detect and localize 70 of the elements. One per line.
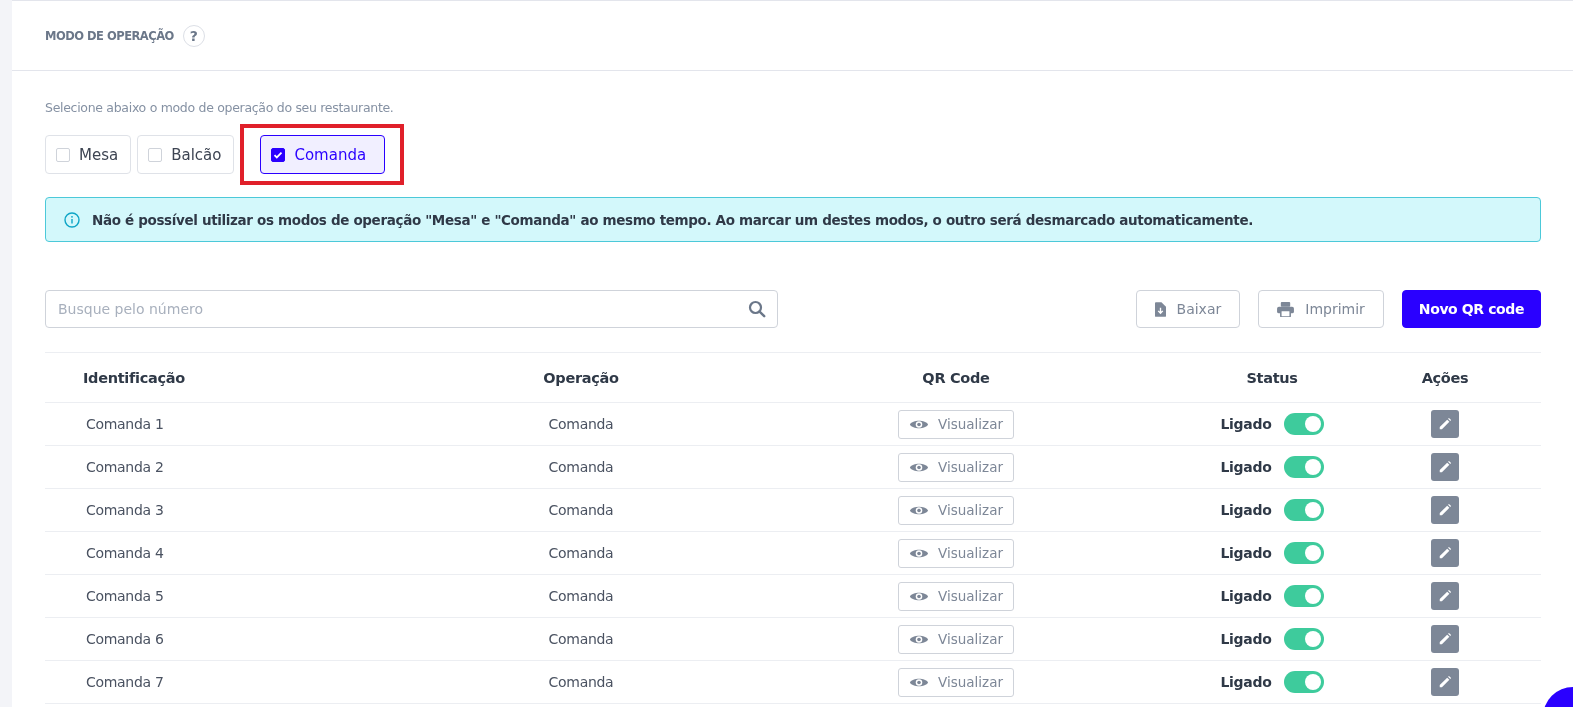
help-button[interactable]: ? xyxy=(182,24,205,47)
column-header: Status xyxy=(1246,369,1298,386)
status-toggle[interactable] xyxy=(1283,456,1324,478)
table-cell-text: Comanda 7 xyxy=(85,674,164,690)
status-label: Ligado xyxy=(1220,588,1272,604)
table-cell: Comanda xyxy=(548,416,614,432)
view-button[interactable]: Visualizar xyxy=(898,409,1014,439)
download-button[interactable]: Baixar xyxy=(1135,290,1241,328)
status-toggle[interactable] xyxy=(1283,671,1324,693)
status-label: Ligado xyxy=(1220,416,1272,432)
view-button[interactable]: Visualizar xyxy=(898,452,1014,482)
view-button[interactable]: Visualizar xyxy=(898,538,1014,568)
search-icon[interactable] xyxy=(748,300,766,318)
print-button[interactable]: Imprimir xyxy=(1258,290,1384,328)
status-toggle[interactable] xyxy=(1283,499,1324,521)
pencil-icon xyxy=(1438,417,1452,431)
table-cell-text: Comanda 4 xyxy=(85,545,164,561)
column-header: QR Code xyxy=(922,369,990,386)
mode-option[interactable]: Comanda xyxy=(260,135,386,174)
printer-icon xyxy=(1277,301,1295,317)
status-label: Ligado xyxy=(1220,459,1272,475)
column-header: Identificação xyxy=(82,369,185,386)
table-cell-text: Comanda 5 xyxy=(85,588,164,604)
status-toggle[interactable] xyxy=(1283,413,1324,435)
pencil-icon xyxy=(1438,460,1452,474)
table-cell-text: Comanda 1 xyxy=(85,416,164,432)
new-qr-code-button[interactable]: Novo QR code xyxy=(1401,290,1541,328)
table-cell: Comanda xyxy=(548,545,614,561)
status-label: Ligado xyxy=(1220,545,1272,561)
table-cell: Comanda xyxy=(548,674,614,690)
section-title: MODO DE OPERAÇÃO xyxy=(45,28,174,43)
view-button[interactable]: Visualizar xyxy=(898,667,1014,697)
table-cell: Comanda xyxy=(548,459,614,475)
table-cell: Comanda xyxy=(548,588,614,604)
mode-option[interactable]: Mesa xyxy=(45,135,132,174)
info-icon xyxy=(64,211,80,228)
column-header: Operação xyxy=(543,369,619,386)
status-toggle[interactable] xyxy=(1283,542,1324,564)
status-label: Ligado xyxy=(1220,502,1272,518)
alert-text: Não é possível utilizar os modos de operação "Mesa" e "Comanda" ao mesmo tempo. Ao marcar um destes modos, o outro será desmarcado automaticamente. xyxy=(92,211,1254,228)
table-cell-text: Comanda 6 xyxy=(85,631,164,647)
mode-option[interactable]: Balcão xyxy=(137,135,235,174)
edit-button[interactable] xyxy=(1431,625,1459,653)
edit-button[interactable] xyxy=(1431,539,1459,567)
column-header: Ações xyxy=(1421,369,1469,386)
edit-button[interactable] xyxy=(1431,453,1459,481)
pencil-icon xyxy=(1438,503,1452,517)
search-field[interactable]: Busque pelo número xyxy=(45,290,778,328)
checkbox[interactable] xyxy=(271,147,286,162)
pencil-icon xyxy=(1438,589,1452,603)
edit-button[interactable] xyxy=(1431,410,1459,438)
pencil-icon xyxy=(1438,632,1452,646)
pencil-icon xyxy=(1438,546,1452,560)
table-cell: Comanda xyxy=(548,502,614,518)
edit-button[interactable] xyxy=(1431,496,1459,524)
status-label: Ligado xyxy=(1220,674,1272,690)
instruction-text: Selecione abaixo o modo de operação do seu restaurante. xyxy=(45,100,395,115)
table-cell-text: Comanda 3 xyxy=(85,502,164,518)
view-button[interactable]: Visualizar xyxy=(898,495,1014,525)
view-button[interactable]: Visualizar xyxy=(898,624,1014,654)
file-download-icon xyxy=(1154,301,1166,317)
pencil-icon xyxy=(1438,675,1452,689)
table-cell-text: Comanda 2 xyxy=(85,459,164,475)
status-toggle[interactable] xyxy=(1283,585,1324,607)
edit-button[interactable] xyxy=(1431,582,1459,610)
view-button[interactable]: Visualizar xyxy=(898,581,1014,611)
status-toggle[interactable] xyxy=(1283,628,1324,650)
status-label: Ligado xyxy=(1220,631,1272,647)
table-cell: Comanda xyxy=(548,631,614,647)
edit-button[interactable] xyxy=(1431,668,1459,696)
